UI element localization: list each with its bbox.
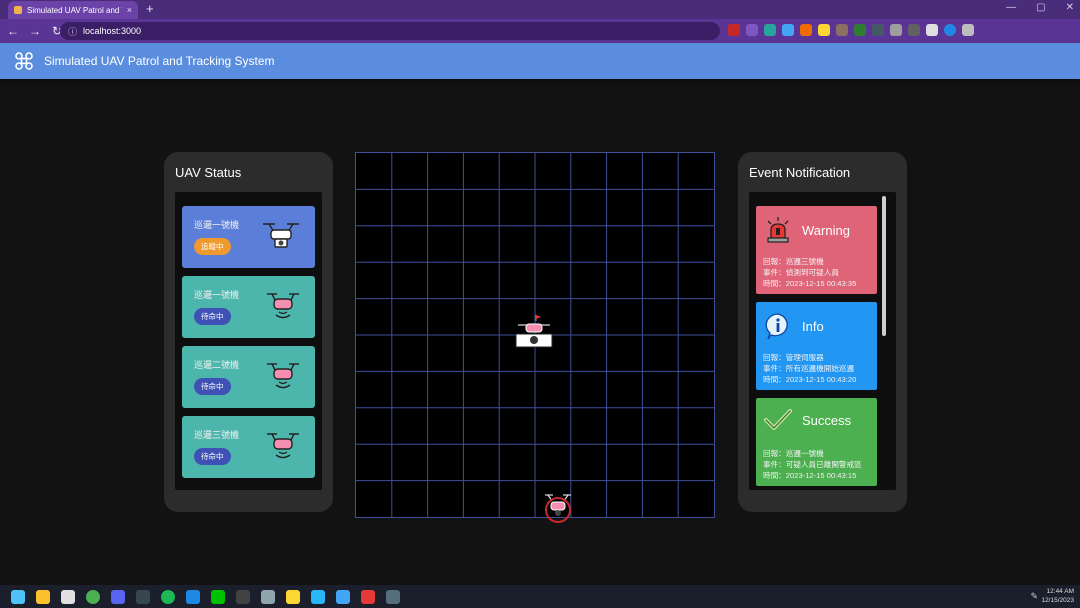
new-tab-button[interactable]: + — [146, 2, 154, 16]
extension-icon[interactable] — [908, 24, 920, 36]
drone-icon — [267, 293, 299, 319]
uav-status-badge: 待命中 — [194, 308, 231, 325]
drone-camera-icon — [263, 223, 299, 248]
extension-icon[interactable] — [800, 24, 812, 36]
close-window-button[interactable]: ✕ — [1066, 2, 1074, 13]
discord-icon[interactable] — [111, 589, 125, 604]
window-controls: — ▢ ✕ — [1006, 2, 1074, 13]
extension-icon[interactable] — [728, 24, 740, 36]
app-icon[interactable] — [336, 589, 350, 604]
store-icon[interactable] — [61, 589, 75, 604]
extension-icon[interactable] — [746, 24, 758, 36]
telegram-icon[interactable] — [311, 589, 325, 604]
event-notification-panel: Event Notification Warning 回報：巡邏三號機 事件：偵… — [738, 152, 907, 512]
uav-card[interactable]: 巡邏二號機 待命中 — [182, 346, 315, 408]
windows-start-icon[interactable] — [11, 589, 25, 604]
address-bar[interactable]: ⓘ localhost:3000 — [60, 22, 720, 40]
chrome-icon[interactable] — [86, 589, 100, 604]
forward-arrow-icon[interactable]: → — [26, 24, 44, 38]
extension-icon[interactable] — [890, 24, 902, 36]
event-notification-title: Event Notification — [749, 165, 851, 180]
uav-card[interactable]: 巡邏一號機 待命中 — [182, 276, 315, 338]
steam-icon[interactable] — [386, 589, 400, 604]
uav-status-badge: 追蹤中 — [194, 238, 231, 255]
uav-status-panel: UAV Status 巡邏一號機 追蹤中 巡邏一號機 待命中 巡邏二號機 待命中… — [164, 152, 333, 512]
checkmark-icon — [764, 409, 792, 430]
browser-toolbar: ← → ↻ ⓘ localhost:3000 — [0, 19, 1080, 43]
event-card-info[interactable]: Info 回報：管理伺服器 事件：所有巡邏機開始巡邏 時間：2023-12-15… — [756, 302, 877, 390]
event-list[interactable]: Warning 回報：巡邏三號機 事件：偵測到可疑人員 時間：2023-12-1… — [749, 192, 896, 490]
browser-tab-bar: Simulated UAV Patrol and Tracking × + — … — [0, 0, 1080, 19]
app-icon[interactable] — [286, 589, 300, 604]
recorder-icon[interactable] — [361, 589, 375, 604]
tab-favicon-icon — [14, 6, 22, 14]
clock-date: 12/15/2023 — [1041, 597, 1074, 604]
uav-list: 巡邏一號機 追蹤中 巡邏一號機 待命中 巡邏二號機 待命中 巡邏三號機 待命中 — [175, 192, 322, 490]
app-header: Simulated UAV Patrol and Tracking System — [0, 43, 1080, 79]
event-description: 事件：可疑人員已離開警戒區 — [763, 460, 862, 470]
patrol-map[interactable] — [355, 152, 715, 523]
event-type-label: Warning — [802, 222, 850, 238]
event-description: 事件：所有巡邏機開始巡邏 — [763, 364, 855, 374]
drone-icon — [267, 363, 299, 389]
uav-card[interactable]: 巡邏三號機 待命中 — [182, 416, 315, 478]
browser-tab[interactable]: Simulated UAV Patrol and Tracking × — [8, 1, 138, 19]
drone-logo-icon — [15, 52, 33, 70]
event-card-warning[interactable]: Warning 回報：巡邏三號機 事件：偵測到可疑人員 時間：2023-12-1… — [756, 206, 877, 294]
profile-avatar[interactable] — [944, 24, 956, 36]
back-arrow-icon[interactable]: ← — [4, 24, 22, 38]
uav-card[interactable]: 巡邏一號機 追蹤中 — [182, 206, 315, 268]
system-clock[interactable]: 12:44 AM 12/15/2023 — [1041, 587, 1074, 605]
extension-icon[interactable] — [872, 24, 884, 36]
extension-icon[interactable] — [836, 24, 848, 36]
event-reporter: 回報：管理伺服器 — [763, 353, 824, 362]
browser-menu-icon[interactable] — [962, 24, 974, 36]
extension-icon[interactable] — [818, 24, 830, 36]
os-taskbar: ✎ 12:44 AM 12/15/2023 — [0, 585, 1080, 608]
event-type-label: Success — [802, 412, 852, 428]
event-reporter: 回報：巡邏三號機 — [763, 257, 824, 266]
file-explorer-icon[interactable] — [36, 589, 50, 604]
pen-icon[interactable]: ✎ — [1030, 591, 1038, 602]
extension-icon[interactable] — [764, 24, 776, 36]
uav-status-badge: 待命中 — [194, 448, 231, 465]
uav-status-badge: 待命中 — [194, 378, 231, 395]
site-info-icon[interactable]: ⓘ — [68, 25, 77, 38]
vscode-icon[interactable] — [186, 589, 200, 604]
event-description: 事件：偵測到可疑人員 — [763, 268, 839, 278]
extension-icon[interactable] — [854, 24, 866, 36]
drone-icon — [267, 433, 299, 459]
maximize-button[interactable]: ▢ — [1036, 2, 1045, 13]
event-time: 時間：2023-12-15 00:43:20 — [763, 375, 857, 385]
terminal-icon[interactable] — [236, 589, 250, 604]
event-reporter: 回報：巡邏一號機 — [763, 449, 824, 458]
extensions-area — [728, 24, 974, 36]
minimize-button[interactable]: — — [1006, 2, 1016, 13]
extension-icon[interactable] — [782, 24, 794, 36]
alarm-light-icon — [767, 217, 789, 243]
app-title: Simulated UAV Patrol and Tracking System — [44, 54, 275, 68]
line-icon[interactable] — [211, 589, 225, 604]
tracking-drone-marker-icon[interactable] — [514, 313, 554, 349]
base-drone-marker-icon[interactable] — [542, 491, 574, 525]
address-url: localhost:3000 — [83, 26, 142, 36]
event-time: 時間：2023-12-15 00:43:15 — [763, 471, 857, 481]
event-card-success[interactable]: Success 回報：巡邏一號機 事件：可疑人員已離開警戒區 時間：2023-1… — [756, 398, 877, 486]
tab-close-icon[interactable]: × — [127, 5, 132, 15]
clock-time: 12:44 AM — [1046, 588, 1074, 595]
uav-status-title: UAV Status — [175, 165, 242, 180]
info-icon — [765, 313, 788, 340]
extensions-puzzle-icon[interactable] — [926, 24, 938, 36]
event-time: 時間：2023-12-15 00:43:35 — [763, 279, 857, 289]
steam-icon[interactable] — [136, 589, 150, 604]
app-icon[interactable] — [261, 589, 275, 604]
event-type-label: Info — [802, 318, 824, 334]
event-list-scrollbar[interactable] — [882, 196, 886, 336]
tab-title: Simulated UAV Patrol and Tracking — [27, 5, 122, 15]
spotify-icon[interactable] — [161, 589, 175, 604]
